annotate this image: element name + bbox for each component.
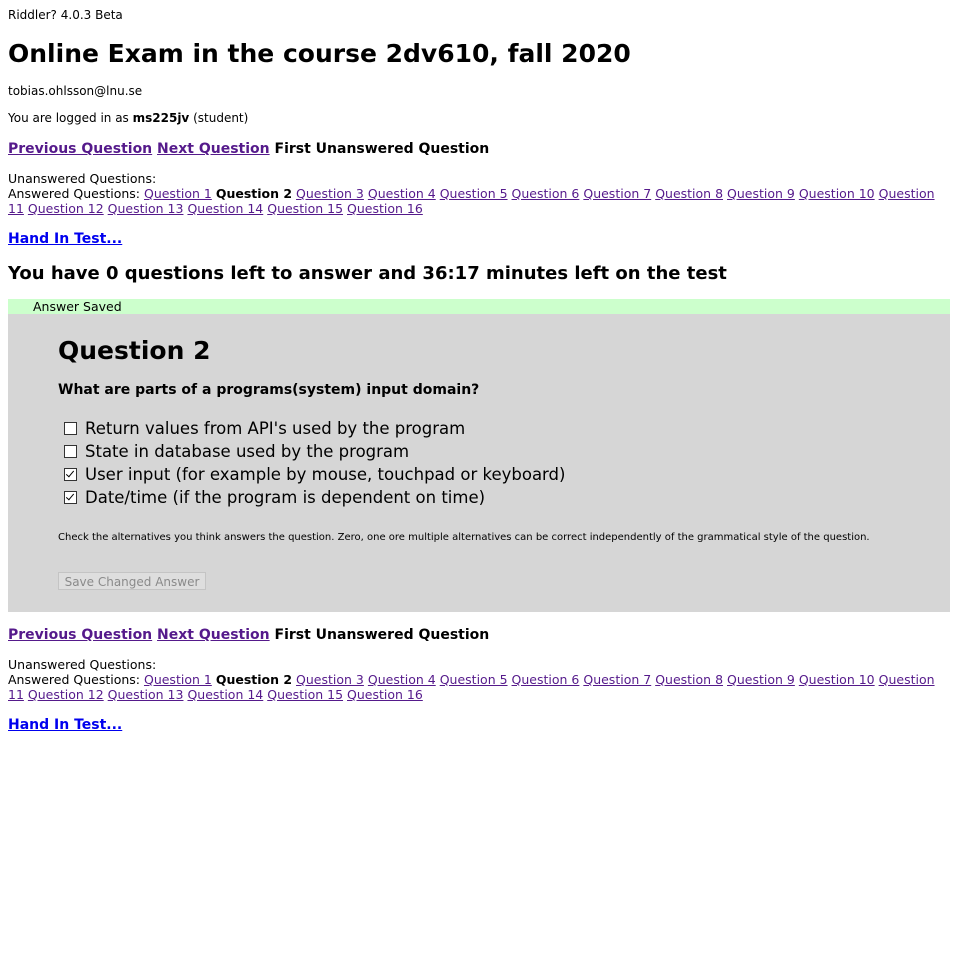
question-list-top: Unanswered Questions: Answered Questions…: [8, 171, 950, 216]
option-label: User input (for example by mouse, touchp…: [85, 465, 566, 484]
app-version: Riddler? 4.0.3 Beta: [8, 8, 123, 22]
login-info: You are logged in as ms225jv (student): [8, 111, 248, 125]
question-link[interactable]: Question 9: [727, 186, 795, 201]
first-unanswered-label: First Unanswered Question: [274, 627, 490, 643]
question-link[interactable]: Question 12: [28, 687, 104, 702]
option-label: Return values from API's used by the pro…: [85, 419, 466, 438]
question-link[interactable]: Question 15: [267, 687, 343, 702]
question-link[interactable]: Question 3: [296, 672, 364, 687]
login-prefix: You are logged in as: [8, 111, 133, 125]
teacher-email: tobias.ohlsson@lnu.se: [8, 84, 143, 98]
question-title: Question 2: [58, 336, 211, 365]
answer-instructions: Check the alternatives you think answers…: [58, 532, 870, 543]
next-question-link[interactable]: Next Question: [157, 627, 270, 643]
question-link[interactable]: Question 1: [144, 186, 212, 201]
question-link[interactable]: Question 4: [368, 186, 436, 201]
answered-questions-label: Answered Questions:: [8, 672, 140, 687]
previous-question-link[interactable]: Previous Question: [8, 141, 152, 157]
option-checkbox[interactable]: [64, 422, 77, 435]
unanswered-questions-label: Unanswered Questions:: [8, 657, 157, 672]
username: ms225jv: [132, 111, 190, 125]
answer-options: Return values from API's used by the pro…: [64, 417, 565, 509]
question-link[interactable]: Question 10: [799, 186, 875, 201]
remaining-status: You have 0 questions left to answer and …: [8, 263, 727, 284]
question-link[interactable]: Question 6: [512, 672, 580, 687]
question-link[interactable]: Question 14: [187, 687, 263, 702]
option-checkbox[interactable]: [64, 491, 77, 504]
question-link[interactable]: Question 10: [799, 672, 875, 687]
answered-questions-label: Answered Questions:: [8, 186, 140, 201]
option-label: State in database used by the program: [85, 442, 410, 461]
question-link[interactable]: Question 1: [144, 672, 212, 687]
question-link[interactable]: Question 16: [347, 201, 423, 216]
question-link[interactable]: Question 6: [512, 186, 580, 201]
login-role: (student): [189, 111, 249, 125]
save-changed-answer-button[interactable]: Save Changed Answer: [58, 572, 206, 590]
next-question-link[interactable]: Next Question: [157, 141, 270, 157]
question-link[interactable]: Question 13: [108, 687, 184, 702]
current-question-label: Question 2: [215, 672, 293, 687]
answer-option[interactable]: User input (for example by mouse, touchp…: [64, 463, 565, 486]
page-title: Online Exam in the course 2dv610, fall 2…: [8, 39, 631, 68]
question-link[interactable]: Question 12: [28, 201, 104, 216]
question-text: What are parts of a programs(system) inp…: [58, 382, 480, 398]
first-unanswered-label: First Unanswered Question: [274, 141, 490, 157]
answer-option[interactable]: Return values from API's used by the pro…: [64, 417, 565, 440]
question-link[interactable]: Question 14: [187, 201, 263, 216]
question-link[interactable]: Question 9: [727, 672, 795, 687]
question-link[interactable]: Question 8: [655, 672, 723, 687]
question-link[interactable]: Question 3: [296, 186, 364, 201]
question-link[interactable]: Question 8: [655, 186, 723, 201]
hand-in-test-link[interactable]: Hand In Test...: [8, 231, 122, 247]
question-link[interactable]: Question 7: [583, 186, 651, 201]
answered-questions: Answered Questions: Question 1 Question …: [8, 186, 950, 216]
current-question-label: Question 2: [215, 186, 293, 201]
answer-option[interactable]: Date/time (if the program is dependent o…: [64, 486, 565, 509]
hand-in-test-link[interactable]: Hand In Test...: [8, 717, 122, 733]
question-link[interactable]: Question 7: [583, 672, 651, 687]
previous-question-link[interactable]: Previous Question: [8, 627, 152, 643]
unanswered-questions-label: Unanswered Questions:: [8, 171, 157, 186]
question-link[interactable]: Question 13: [108, 201, 184, 216]
question-link[interactable]: Question 16: [347, 687, 423, 702]
question-link[interactable]: Question 4: [368, 672, 436, 687]
question-nav-top: Previous Question Next Question First Un…: [8, 141, 489, 157]
option-label: Date/time (if the program is dependent o…: [85, 488, 486, 507]
answer-saved-banner: Answer Saved: [8, 299, 950, 314]
question-nav-bottom: Previous Question Next Question First Un…: [8, 627, 489, 643]
question-link[interactable]: Question 5: [440, 672, 508, 687]
question-link[interactable]: Question 5: [440, 186, 508, 201]
answer-option[interactable]: State in database used by the program: [64, 440, 565, 463]
question-link[interactable]: Question 15: [267, 201, 343, 216]
answer-saved-text: Answer Saved: [33, 299, 122, 314]
answered-questions: Answered Questions: Question 1 Question …: [8, 672, 950, 702]
option-checkbox[interactable]: [64, 468, 77, 481]
option-checkbox[interactable]: [64, 445, 77, 458]
question-list-bottom: Unanswered Questions: Answered Questions…: [8, 657, 950, 702]
